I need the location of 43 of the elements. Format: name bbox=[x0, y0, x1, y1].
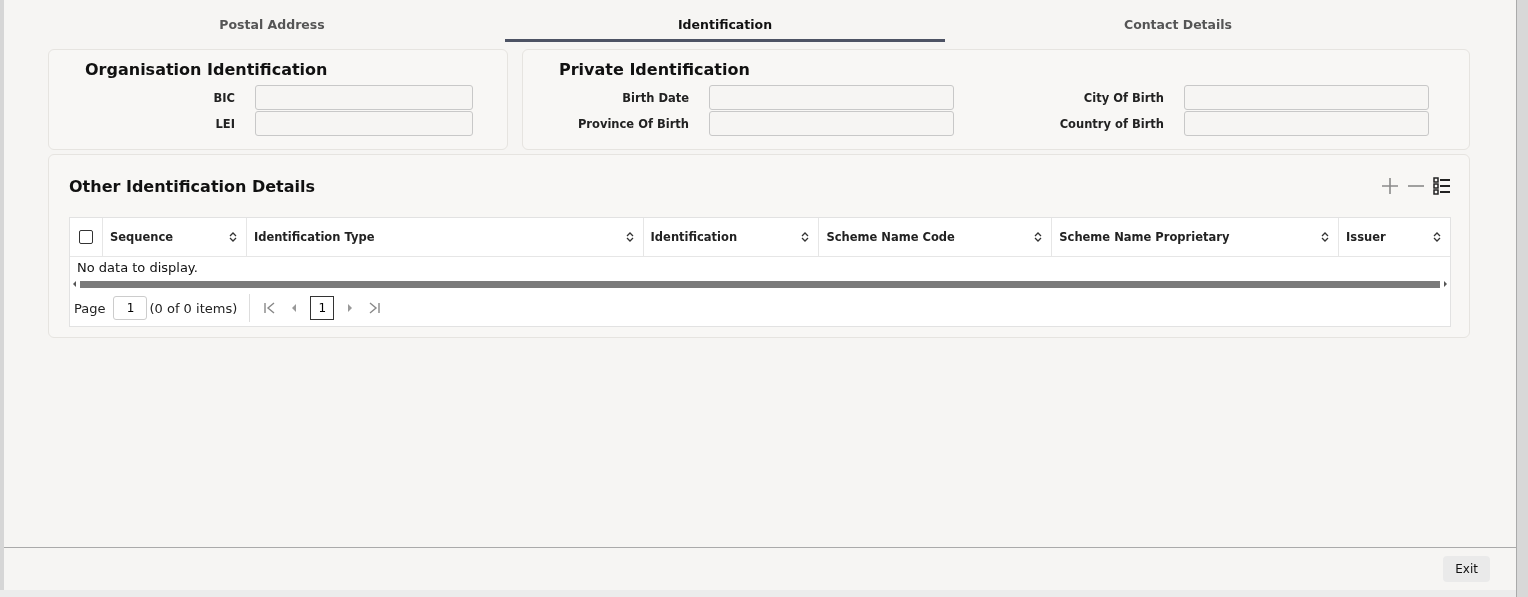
checkbox[interactable] bbox=[79, 230, 93, 244]
field-label: Province Of Birth bbox=[576, 116, 689, 131]
column-header[interactable]: Scheme Name Code bbox=[826, 230, 955, 244]
input-field[interactable] bbox=[709, 85, 954, 110]
section-title: Private Identification bbox=[559, 60, 751, 79]
column-header[interactable]: Sequence bbox=[109, 230, 174, 244]
field-label: LEI bbox=[214, 116, 235, 131]
field-label: City Of Birth bbox=[1082, 90, 1164, 105]
page-label: Page bbox=[74, 300, 106, 316]
list-icon[interactable] bbox=[1432, 176, 1452, 196]
tab[interactable]: Identification bbox=[505, 0, 945, 42]
input-field[interactable] bbox=[255, 111, 473, 136]
add-icon[interactable] bbox=[1380, 176, 1400, 196]
vertical-scrollbar[interactable] bbox=[1516, 0, 1528, 597]
scroll-right-icon[interactable] bbox=[1442, 280, 1448, 288]
field-label: Country of Birth bbox=[1058, 116, 1164, 131]
column-header[interactable]: Scheme Name Proprietary bbox=[1059, 230, 1230, 244]
sort-icon[interactable] bbox=[1033, 231, 1044, 243]
scroll-left-icon[interactable] bbox=[72, 280, 78, 288]
sort-icon[interactable] bbox=[227, 231, 238, 243]
input-field[interactable] bbox=[709, 111, 954, 136]
sort-icon[interactable] bbox=[1432, 231, 1442, 243]
field-label: Birth Date bbox=[621, 90, 689, 105]
current-page-button[interactable]: 1 bbox=[310, 296, 335, 320]
sort-icon[interactable] bbox=[1320, 231, 1331, 243]
input-field[interactable] bbox=[1184, 111, 1429, 136]
column-header[interactable]: Identification Type bbox=[253, 230, 375, 244]
item-count: (0 of 0 items) bbox=[149, 300, 238, 316]
tab[interactable]: Postal Address bbox=[52, 0, 492, 42]
input-field[interactable] bbox=[1184, 85, 1429, 110]
sort-icon[interactable] bbox=[624, 231, 635, 243]
field-label: BIC bbox=[212, 90, 235, 105]
empty-message: No data to display. bbox=[77, 260, 198, 275]
section-title: Organisation Identification bbox=[85, 60, 329, 79]
exit-button[interactable]: Exit bbox=[1443, 556, 1490, 582]
section-title: Other Identification Details bbox=[69, 176, 316, 196]
column-header[interactable]: Issuer bbox=[1346, 230, 1386, 244]
sort-icon[interactable] bbox=[800, 231, 811, 243]
column-header[interactable]: Identification bbox=[650, 230, 738, 244]
scrollbar-thumb[interactable] bbox=[80, 280, 1440, 288]
page-input[interactable]: 1 bbox=[113, 296, 148, 320]
tab[interactable]: Contact Details bbox=[958, 0, 1398, 42]
input-field[interactable] bbox=[255, 85, 473, 110]
